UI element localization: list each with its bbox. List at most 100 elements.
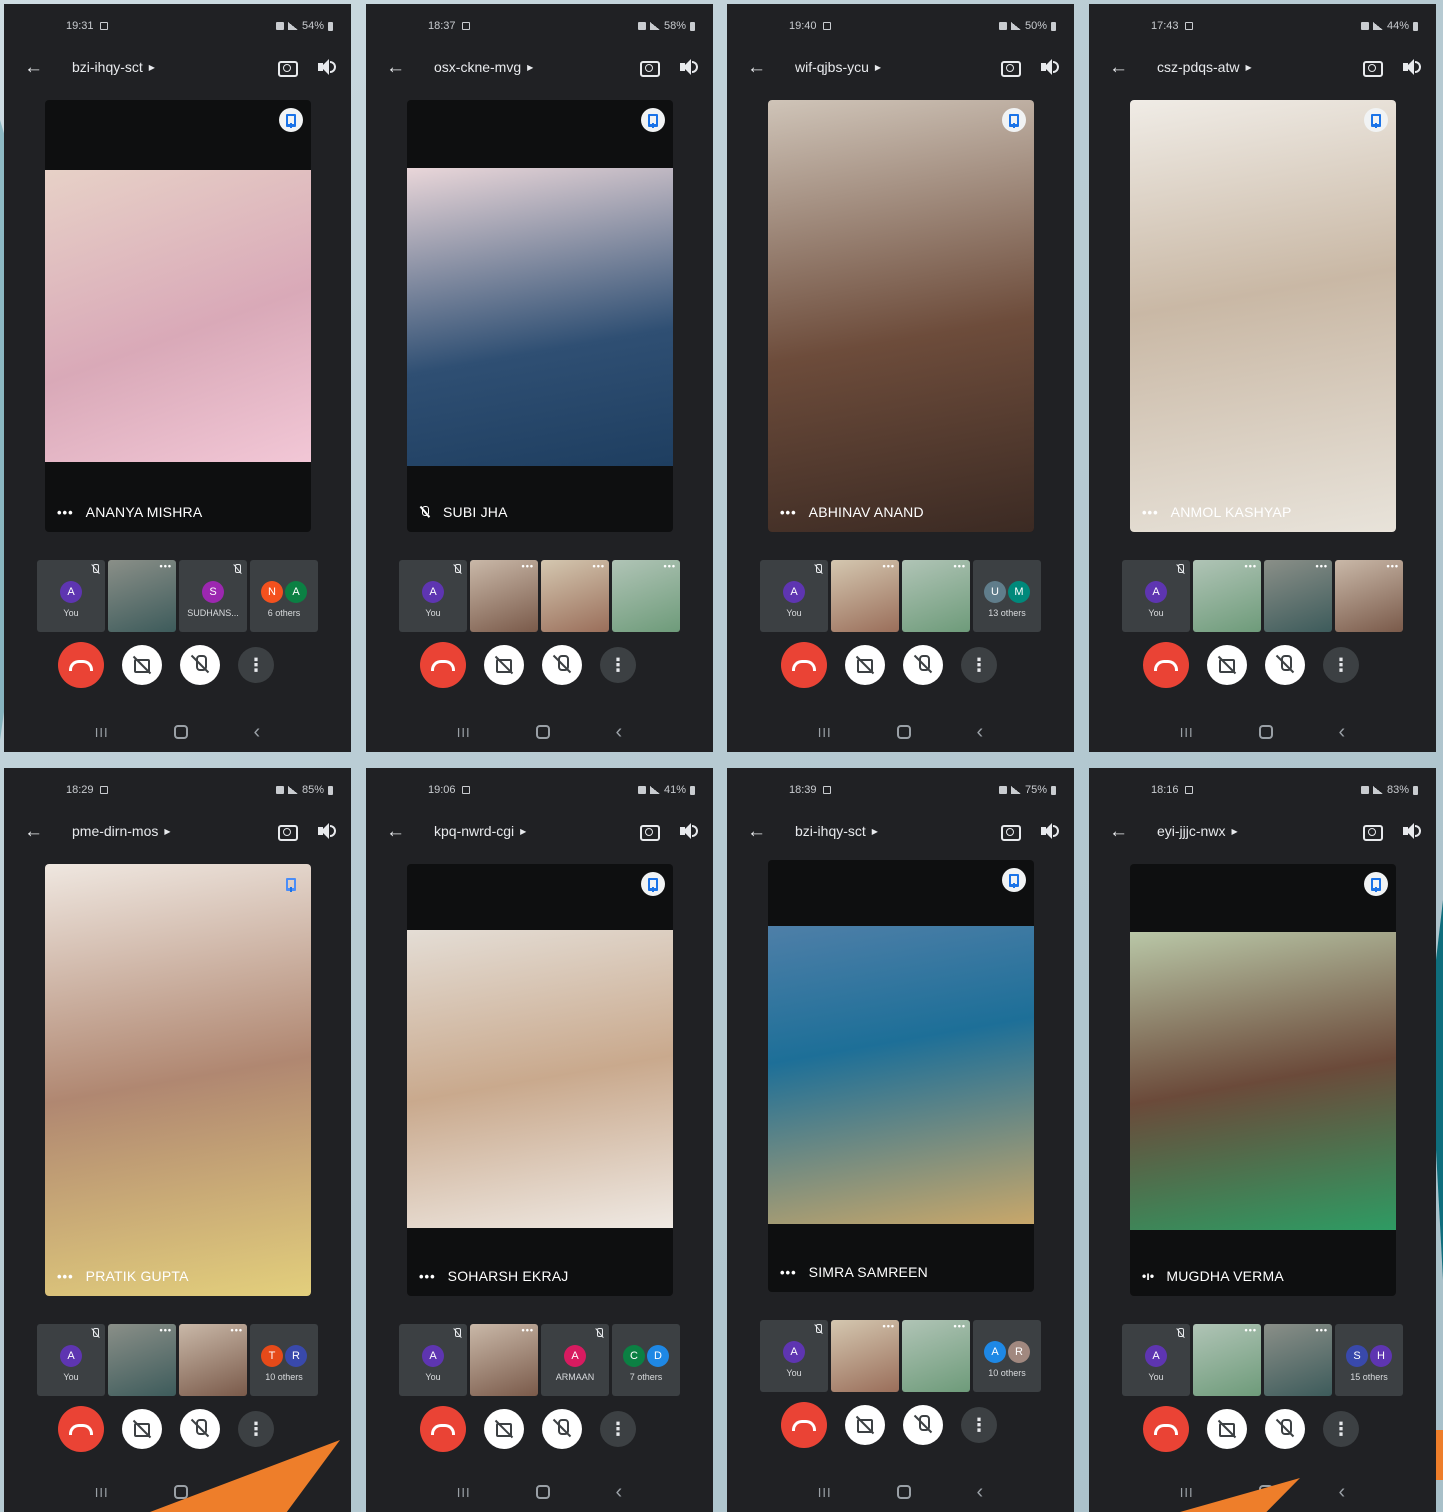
- phone-hangup-icon[interactable]: [58, 642, 104, 688]
- nav-back-icon[interactable]: ‹: [254, 721, 261, 744]
- participant-thumb-video[interactable]: •••: [902, 560, 970, 632]
- more-vert-icon[interactable]: [1323, 647, 1359, 683]
- recents-icon[interactable]: III: [1180, 1485, 1194, 1500]
- main-video-tile[interactable]: ••• ANMOL KASHYAP: [1130, 100, 1396, 532]
- caret-right-icon[interactable]: ▶: [149, 63, 155, 72]
- mic-off-icon[interactable]: [542, 1409, 582, 1449]
- more-horiz-icon[interactable]: •••: [231, 1325, 243, 1335]
- arrow-left-icon[interactable]: ←: [1109, 822, 1129, 841]
- more-horiz-icon[interactable]: •••: [1245, 1325, 1257, 1335]
- caret-right-icon[interactable]: ▶: [527, 63, 533, 72]
- caret-right-icon[interactable]: ▶: [872, 827, 878, 836]
- pin-icon[interactable]: [1002, 108, 1026, 132]
- participant-thumb-video[interactable]: •••: [541, 560, 609, 632]
- recents-icon[interactable]: III: [95, 725, 109, 740]
- recents-icon[interactable]: III: [818, 1485, 832, 1500]
- camera-flip-icon[interactable]: [637, 56, 660, 78]
- caret-right-icon[interactable]: ▶: [520, 827, 526, 836]
- home-icon[interactable]: [897, 1485, 912, 1499]
- more-horiz-icon[interactable]: •••: [160, 561, 172, 571]
- participant-thumb[interactable]: A R 10 others: [973, 1320, 1041, 1392]
- phone-hangup-icon[interactable]: [781, 642, 827, 688]
- camera-off-icon[interactable]: [122, 645, 162, 685]
- mic-off-icon[interactable]: [1265, 645, 1305, 685]
- meeting-code[interactable]: bzi-ihqy-sct: [795, 823, 866, 839]
- pin-icon[interactable]: [1364, 108, 1388, 132]
- arrow-left-icon[interactable]: ←: [24, 822, 44, 841]
- more-horiz-icon[interactable]: •••: [883, 1321, 895, 1331]
- more-horiz-icon[interactable]: •••: [522, 561, 534, 571]
- speaker-icon[interactable]: [1038, 56, 1060, 78]
- camera-off-icon[interactable]: [484, 645, 524, 685]
- home-icon[interactable]: [174, 725, 189, 739]
- camera-flip-icon[interactable]: [998, 820, 1021, 842]
- main-video-tile[interactable]: ••• PRATIK GUPTA: [45, 864, 311, 1296]
- arrow-left-icon[interactable]: ←: [747, 822, 767, 841]
- participant-thumb-video[interactable]: •••: [612, 560, 680, 632]
- meeting-code[interactable]: bzi-ihqy-sct: [72, 59, 143, 75]
- camera-off-icon[interactable]: [845, 645, 885, 685]
- more-horiz-icon[interactable]: •••: [593, 561, 605, 571]
- participant-thumb-video[interactable]: •••: [1193, 1324, 1261, 1396]
- more-horiz-icon[interactable]: •••: [954, 561, 966, 571]
- more-horiz-icon[interactable]: •••: [1316, 561, 1328, 571]
- participant-thumb[interactable]: A You: [1122, 560, 1190, 632]
- mic-off-icon[interactable]: [180, 1409, 220, 1449]
- participant-thumb-video[interactable]: •••: [108, 560, 176, 632]
- more-horiz-icon[interactable]: •••: [522, 1325, 534, 1335]
- main-video-tile[interactable]: ••• SIMRA SAMREEN: [768, 860, 1034, 1292]
- meeting-code[interactable]: eyi-jjjc-nwx: [1157, 823, 1225, 839]
- participant-thumb-video[interactable]: •••: [902, 1320, 970, 1392]
- speaker-icon[interactable]: [315, 56, 337, 78]
- arrow-left-icon[interactable]: ←: [747, 58, 767, 77]
- phone-hangup-icon[interactable]: [1143, 642, 1189, 688]
- main-video-tile[interactable]: •ı• MUGDHA VERMA: [1130, 864, 1396, 1296]
- mic-off-icon[interactable]: [1265, 1409, 1305, 1449]
- nav-back-icon[interactable]: ‹: [1339, 721, 1346, 744]
- camera-flip-icon[interactable]: [275, 820, 298, 842]
- pin-icon[interactable]: [1002, 868, 1026, 892]
- speaker-icon[interactable]: [677, 56, 699, 78]
- arrow-left-icon[interactable]: ←: [1109, 58, 1129, 77]
- more-vert-icon[interactable]: [961, 647, 997, 683]
- camera-off-icon[interactable]: [1207, 1409, 1247, 1449]
- arrow-left-icon[interactable]: ←: [386, 822, 406, 841]
- participant-thumb[interactable]: T R 10 others: [250, 1324, 318, 1396]
- camera-flip-icon[interactable]: [998, 56, 1021, 78]
- recents-icon[interactable]: III: [457, 1485, 471, 1500]
- phone-hangup-icon[interactable]: [420, 1406, 466, 1452]
- main-video-tile[interactable]: ••• ANANYA MISHRA: [45, 100, 311, 532]
- recents-icon[interactable]: III: [1180, 725, 1194, 740]
- camera-off-icon[interactable]: [484, 1409, 524, 1449]
- more-vert-icon[interactable]: [238, 647, 274, 683]
- participant-thumb[interactable]: S SUDHANS...: [179, 560, 247, 632]
- camera-flip-icon[interactable]: [637, 820, 660, 842]
- more-horiz-icon[interactable]: •••: [1142, 505, 1159, 520]
- more-vert-icon[interactable]: [238, 1411, 274, 1447]
- meeting-code[interactable]: csz-pdqs-atw: [1157, 59, 1239, 75]
- more-horiz-icon[interactable]: •••: [954, 1321, 966, 1331]
- main-video-tile[interactable]: ••• ABHINAV ANAND: [768, 100, 1034, 532]
- more-horiz-icon[interactable]: •••: [1387, 561, 1399, 571]
- pin-icon[interactable]: [279, 108, 303, 132]
- camera-off-icon[interactable]: [845, 1405, 885, 1445]
- participant-thumb[interactable]: U M 13 others: [973, 560, 1041, 632]
- participant-thumb-video[interactable]: •••: [179, 1324, 247, 1396]
- more-horiz-icon[interactable]: •••: [57, 1269, 74, 1284]
- more-vert-icon[interactable]: [600, 647, 636, 683]
- mic-off-icon[interactable]: [542, 645, 582, 685]
- more-horiz-icon[interactable]: •••: [883, 561, 895, 571]
- participant-thumb-video[interactable]: •••: [1264, 560, 1332, 632]
- participant-thumb[interactable]: NA 6 others: [250, 560, 318, 632]
- participant-thumb[interactable]: CD 7 others: [612, 1324, 680, 1396]
- home-icon[interactable]: [174, 1485, 189, 1499]
- participant-thumb[interactable]: A You: [760, 1320, 828, 1392]
- recents-icon[interactable]: III: [818, 725, 832, 740]
- speaker-icon[interactable]: [315, 820, 337, 842]
- camera-flip-icon[interactable]: [1360, 56, 1383, 78]
- home-icon[interactable]: [1259, 725, 1274, 739]
- phone-hangup-icon[interactable]: [781, 1402, 827, 1448]
- meeting-code[interactable]: wif-qjbs-ycu: [795, 59, 869, 75]
- more-horiz-icon[interactable]: •••: [1245, 561, 1257, 571]
- participant-thumb-video[interactable]: •••: [470, 1324, 538, 1396]
